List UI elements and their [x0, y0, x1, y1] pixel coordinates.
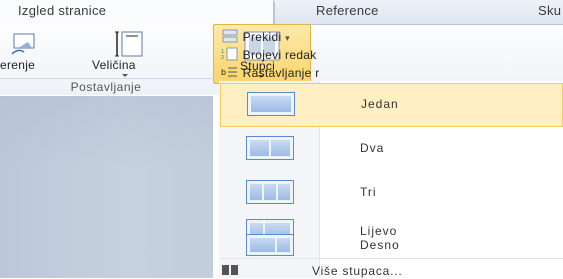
svg-text:b: b: [221, 68, 226, 77]
line-numbers-button[interactable]: 1 2 Brojevi redak: [221, 47, 317, 63]
columns-dialog-icon: [222, 265, 238, 275]
menu-item-label: Jedan: [361, 97, 399, 111]
menu-item-tri[interactable]: Tri: [220, 172, 563, 216]
breaks-label: Prekidi: [242, 30, 282, 44]
three-columns-icon: [246, 180, 294, 204]
two-columns-icon: [246, 136, 294, 160]
size-label: Veličina: [92, 58, 136, 72]
menu-item-label: Desno: [360, 238, 400, 252]
tab-separator: [274, 2, 275, 24]
hyphenation-label: Rastavljanje r: [242, 66, 320, 80]
document-area-shadow: [0, 96, 213, 278]
menu-item-label: Dva: [360, 141, 385, 155]
tab-reference[interactable]: Reference: [316, 0, 379, 24]
menu-item-dva[interactable]: Dva: [220, 128, 563, 172]
page-size-icon: [115, 31, 143, 57]
hyphenation-icon: b: [221, 67, 237, 77]
svg-text:2: 2: [221, 55, 224, 61]
menu-item-label: Tri: [360, 185, 377, 199]
more-columns-item[interactable]: Više stupaca...: [220, 258, 563, 279]
tab-sku[interactable]: Sku: [538, 0, 561, 24]
chevron-down-icon: ▾: [285, 33, 290, 43]
orientation-button[interactable]: erenje: [0, 28, 58, 78]
orientation-icon: [11, 33, 35, 55]
orientation-label: erenje: [0, 58, 36, 72]
right-column-icon: [246, 234, 294, 256]
group-divider: [0, 78, 215, 79]
menu-item-jedan[interactable]: Jedan: [220, 83, 563, 127]
size-button[interactable]: Veličina: [92, 28, 156, 78]
hyphenation-button[interactable]: b Rastavljanje r: [221, 65, 320, 81]
line-numbers-icon: 1 2: [221, 47, 238, 61]
more-columns-label: Više stupaca...: [312, 264, 403, 278]
line-numbers-label: Brojevi redak: [242, 48, 317, 62]
menu-item-desno[interactable]: Desno: [220, 234, 563, 258]
breaks-button[interactable]: Prekidi ▾: [221, 29, 290, 45]
one-column-icon: [247, 92, 295, 116]
chevron-down-icon: [122, 74, 128, 77]
breaks-icon: [222, 29, 238, 43]
tab-izgled-stranice-label: Izgled stranice: [18, 3, 107, 18]
